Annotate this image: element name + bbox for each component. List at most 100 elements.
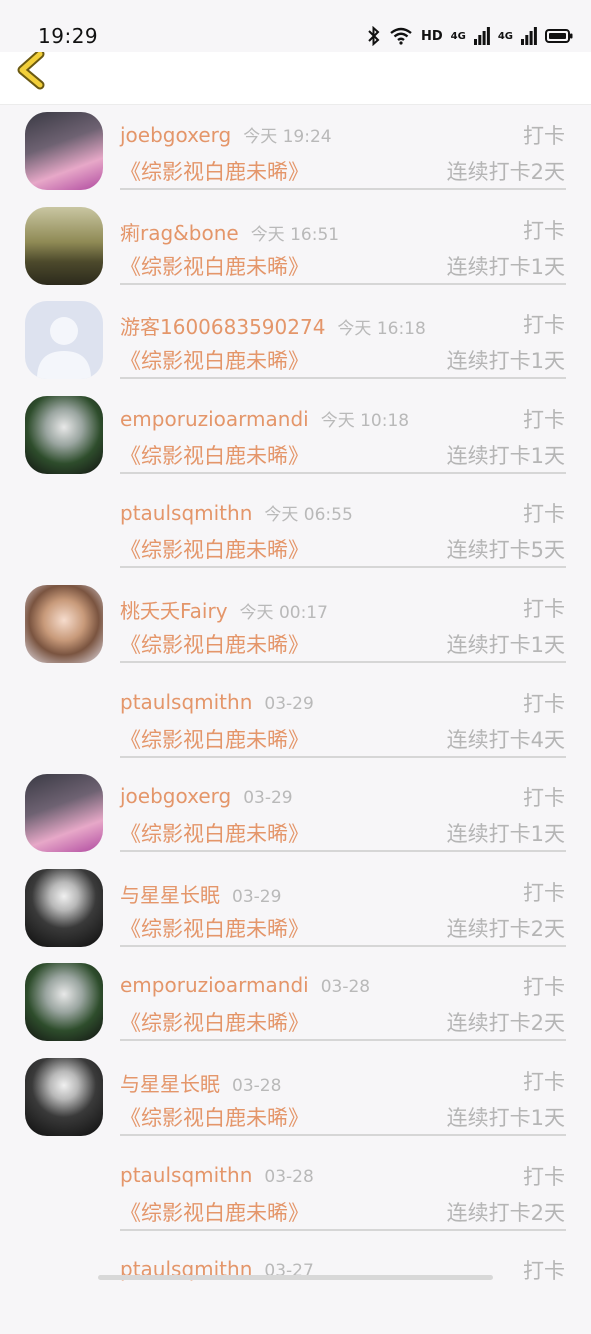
user-name[interactable]: ptaulsqmithn 03-28 bbox=[120, 1163, 314, 1187]
checkin-action: 打卡 bbox=[523, 1259, 565, 1284]
user-name-text: 桃夭夭Fairy bbox=[120, 598, 228, 623]
user-avatar[interactable] bbox=[25, 112, 103, 190]
user-name-text: ptaulsqmithn bbox=[120, 501, 253, 526]
book-title-link[interactable]: 《综影视白鹿未晞》 bbox=[120, 1197, 309, 1227]
user-avatar[interactable] bbox=[25, 774, 103, 853]
checkin-row[interactable]: 痢rag&bone 今天 16:51 打卡 《综影视白鹿未晞》 连续打卡1天 bbox=[0, 199, 591, 294]
streak-count: 连续打卡1天 bbox=[446, 443, 565, 468]
book-title-link[interactable]: 《综影视白鹿未晞》 bbox=[120, 818, 309, 848]
user-avatar[interactable] bbox=[25, 301, 103, 380]
scroll-indicator[interactable] bbox=[98, 1275, 493, 1280]
user-avatar[interactable] bbox=[25, 584, 103, 663]
user-name-text: joebgoxerg bbox=[120, 784, 232, 809]
back-button[interactable] bbox=[14, 49, 54, 92]
user-name[interactable]: 痢rag&bone 今天 16:51 bbox=[120, 217, 339, 246]
user-name-text: emporuzioarmandi bbox=[120, 406, 309, 431]
user-avatar[interactable] bbox=[25, 963, 103, 1042]
streak-count: 连续打卡1天 bbox=[446, 349, 565, 374]
row-divider bbox=[120, 850, 566, 853]
checkin-time: 今天 16:18 bbox=[337, 319, 426, 340]
checkin-row[interactable]: 与星星长眠 03-29 打卡 《综影视白鹿未晞》 连续打卡2天 bbox=[0, 861, 591, 956]
row-divider bbox=[120, 1228, 566, 1231]
checkin-action: 打卡 bbox=[523, 1069, 565, 1094]
checkin-row[interactable]: joebgoxerg 今天 19:24 打卡 《综影视白鹿未晞》 连续打卡2天 bbox=[0, 104, 591, 199]
chevron-left-icon bbox=[17, 49, 45, 90]
checkin-row[interactable]: ptaulsqmithn 03-29 打卡 《综影视白鹿未晞》 连续打卡4天 bbox=[0, 672, 591, 767]
signal-icon-2 bbox=[521, 27, 537, 45]
row-divider bbox=[120, 660, 566, 663]
row-divider bbox=[120, 1039, 566, 1042]
checkin-action: 打卡 bbox=[523, 691, 565, 716]
user-name-text: ptaulsqmithn bbox=[120, 689, 253, 714]
user-name[interactable]: emporuzioarmandi 03-28 bbox=[120, 973, 370, 997]
book-title-link[interactable]: 《综影视白鹿未晞》 bbox=[120, 440, 309, 470]
book-title-link[interactable]: 《综影视白鹿未晞》 bbox=[120, 913, 309, 943]
user-name[interactable]: joebgoxerg 03-29 bbox=[120, 784, 293, 808]
book-title-link[interactable]: 《综影视白鹿未晞》 bbox=[120, 156, 309, 186]
book-title-link[interactable]: 《综影视白鹿未晞》 bbox=[120, 629, 309, 659]
streak-count: 连续打卡1天 bbox=[446, 632, 565, 657]
book-title-link[interactable]: 《综影视白鹿未晞》 bbox=[120, 251, 309, 281]
checkin-time: 今天 16:51 bbox=[250, 224, 340, 245]
user-avatar[interactable] bbox=[25, 206, 103, 285]
checkin-action: 打卡 bbox=[523, 786, 565, 811]
user-name-text: ptaulsqmithn bbox=[120, 1162, 253, 1187]
checkin-time: 今天 00:17 bbox=[239, 602, 328, 623]
network-label-2: 4G bbox=[497, 30, 513, 42]
user-name[interactable]: emporuzioarmandi 今天 10:18 bbox=[120, 406, 409, 431]
checkin-action: 打卡 bbox=[523, 596, 565, 621]
checkin-action: 打卡 bbox=[523, 975, 565, 1000]
hd-label: HD bbox=[420, 28, 443, 44]
checkin-row[interactable]: ptaulsqmithn 今天 06:55 打卡 《综影视白鹿未晞》 连续打卡5天 bbox=[0, 482, 591, 577]
checkin-action: 打卡 bbox=[523, 218, 565, 243]
checkin-row[interactable]: 游客1600683590274 今天 16:18 打卡 《综影视白鹿未晞》 连续打… bbox=[0, 293, 591, 388]
row-divider bbox=[120, 471, 566, 474]
checkin-row[interactable]: emporuzioarmandi 03-28 打卡 《综影视白鹿未晞》 连续打卡2… bbox=[0, 955, 591, 1050]
checkin-row[interactable]: ptaulsqmithn 03-28 打卡 《综影视白鹿未晞》 连续打卡2天 bbox=[0, 1145, 591, 1240]
network-label-1: 4G bbox=[450, 30, 466, 42]
checkin-time: 03-28 bbox=[264, 1166, 314, 1187]
user-avatar[interactable] bbox=[25, 395, 103, 474]
row-divider bbox=[120, 282, 566, 285]
checkin-row[interactable]: emporuzioarmandi 今天 10:18 打卡 《综影视白鹿未晞》 连续… bbox=[0, 388, 591, 483]
default-user-icon bbox=[37, 317, 91, 380]
user-name-text: 与星星长眠 bbox=[120, 1071, 220, 1096]
user-name-text: 与星星长眠 bbox=[120, 882, 220, 907]
checkin-time: 03-28 bbox=[320, 977, 371, 998]
user-name[interactable]: 与星星长眠 03-29 bbox=[120, 879, 281, 908]
user-avatar[interactable] bbox=[25, 868, 103, 947]
row-divider bbox=[120, 188, 566, 190]
checkin-time: 03-29 bbox=[243, 788, 293, 809]
user-name[interactable]: ptaulsqmithn 03-29 bbox=[120, 690, 314, 714]
user-name[interactable]: 游客1600683590274 今天 16:18 bbox=[120, 311, 426, 340]
checkin-time: 03-28 bbox=[232, 1075, 282, 1096]
row-divider bbox=[120, 755, 566, 758]
checkin-row[interactable]: 桃夭夭Fairy 今天 00:17 打卡 《综影视白鹿未晞》 连续打卡1天 bbox=[0, 577, 591, 672]
checkin-action: 打卡 bbox=[523, 124, 565, 148]
book-title-link[interactable]: 《综影视白鹿未晞》 bbox=[120, 1102, 309, 1132]
streak-count: 连续打卡2天 bbox=[446, 160, 565, 184]
book-title-link[interactable]: 《综影视白鹿未晞》 bbox=[120, 724, 309, 754]
checkin-row[interactable]: 与星星长眠 03-28 打卡 《综影视白鹿未晞》 连续打卡1天 bbox=[0, 1050, 591, 1145]
book-title-link[interactable]: 《综影视白鹿未晞》 bbox=[120, 345, 309, 375]
book-title-link[interactable]: 《综影视白鹿未晞》 bbox=[120, 1007, 309, 1037]
checkin-action: 打卡 bbox=[523, 880, 565, 905]
header bbox=[0, 49, 591, 105]
user-name[interactable]: 桃夭夭Fairy 今天 00:17 bbox=[120, 595, 328, 624]
user-avatar[interactable] bbox=[25, 1057, 103, 1136]
streak-count: 连续打卡4天 bbox=[446, 727, 565, 752]
checkin-row[interactable]: ptaulsqmithn 03-27 打卡 bbox=[0, 1239, 591, 1334]
streak-count: 连续打卡1天 bbox=[446, 1105, 565, 1130]
user-name-text: 痢rag&bone bbox=[120, 220, 239, 245]
checkin-time: 03-29 bbox=[232, 886, 282, 907]
user-name[interactable]: joebgoxerg 今天 19:24 bbox=[120, 122, 332, 147]
user-name-text: 游客1600683590274 bbox=[120, 315, 326, 340]
bluetooth-icon bbox=[368, 26, 380, 46]
wifi-icon bbox=[390, 27, 412, 45]
streak-count: 连续打卡5天 bbox=[446, 538, 565, 563]
checkin-action: 打卡 bbox=[523, 1164, 565, 1189]
user-name[interactable]: 与星星长眠 03-28 bbox=[120, 1068, 281, 1097]
checkin-row[interactable]: joebgoxerg 03-29 打卡 《综影视白鹿未晞》 连续打卡1天 bbox=[0, 766, 591, 861]
user-name[interactable]: ptaulsqmithn 今天 06:55 bbox=[120, 500, 353, 525]
book-title-link[interactable]: 《综影视白鹿未晞》 bbox=[120, 534, 309, 564]
